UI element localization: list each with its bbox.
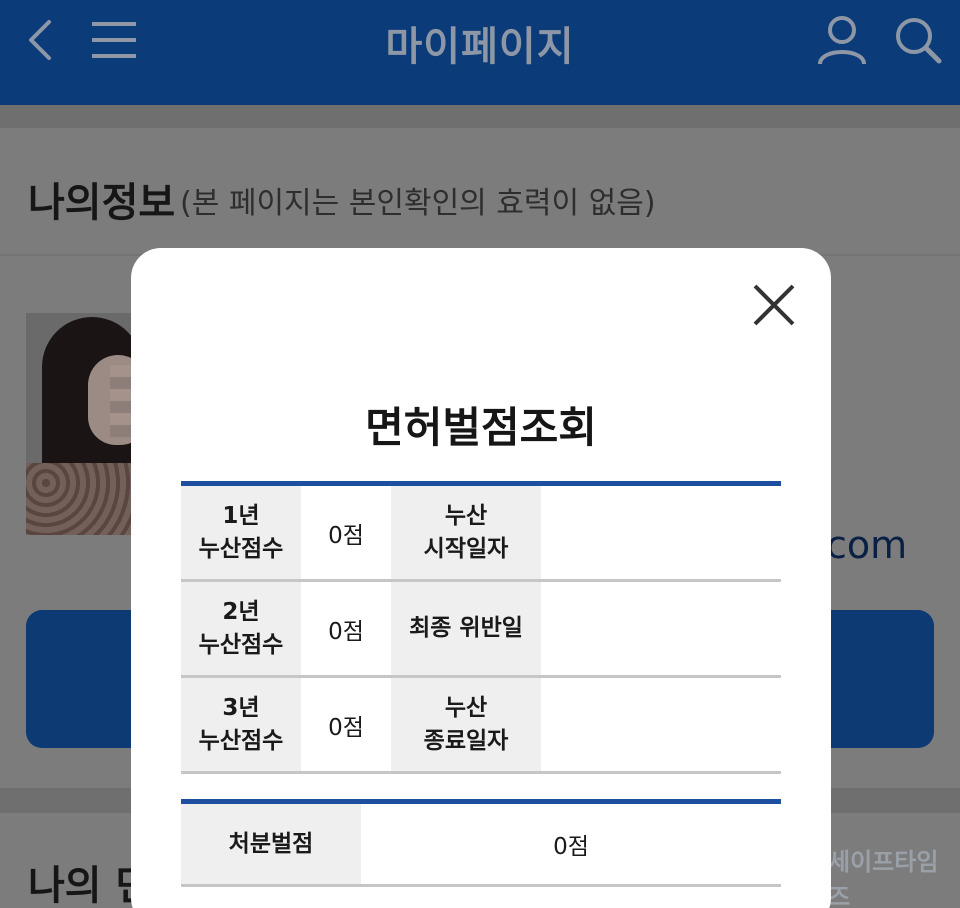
row-value: 0점 bbox=[328, 522, 364, 549]
cumulative-points-table: 1년 누산점수 0점 누산 시작일자 2년 누산점수 0점 최종 위반일 3년 누산점수… bbox=[181, 481, 781, 776]
table-row: 1년 누산점수 0점 누산 시작일자 bbox=[181, 486, 781, 582]
row-value: 0점 bbox=[328, 714, 364, 741]
profile-photo bbox=[26, 313, 136, 535]
top-header: 마이페이지 bbox=[0, 0, 960, 105]
row-label-2: 최종 위반일 bbox=[391, 582, 541, 675]
row-label: 2년 누산점수 bbox=[181, 582, 301, 675]
row-label-2: 누산 종료일자 bbox=[391, 678, 541, 771]
penalty-points-modal: 면허벌점조회 1년 누산점수 0점 누산 시작일자 2년 누산점수 0점 최종 위반일 bbox=[131, 248, 831, 908]
table-row: 2년 누산점수 0점 최종 위반일 bbox=[181, 582, 781, 678]
penalty-value: 0점 bbox=[553, 834, 589, 860]
row-label: 3년 누산점수 bbox=[181, 678, 301, 771]
my-info-title: 나의정보 bbox=[28, 180, 176, 226]
search-icon[interactable] bbox=[890, 14, 946, 66]
email-text: com bbox=[826, 523, 908, 567]
row-value-2 bbox=[541, 678, 781, 771]
modal-title: 면허벌점조회 bbox=[365, 403, 597, 452]
row-label: 1년 누산점수 bbox=[181, 486, 301, 579]
table-row: 처분벌점 0점 bbox=[181, 804, 781, 887]
my-info-header: 나의정보 (본 페이지는 본인확인의 효력이 없음) bbox=[0, 128, 960, 256]
penalty-label: 처분벌점 bbox=[181, 804, 361, 884]
row-value-2 bbox=[541, 582, 781, 675]
my-info-note: (본 페이지는 본인확인의 효력이 없음) bbox=[180, 186, 656, 221]
watermark-logo: 세이프타임즈 bbox=[828, 848, 939, 908]
close-icon[interactable] bbox=[751, 282, 797, 328]
table-row: 3년 누산점수 0점 누산 종료일자 bbox=[181, 678, 781, 774]
row-label-2: 누산 시작일자 bbox=[391, 486, 541, 579]
user-icon[interactable] bbox=[814, 14, 870, 66]
row-value-2 bbox=[541, 486, 781, 579]
row-value: 0점 bbox=[328, 618, 364, 645]
penalty-points-table: 처분벌점 0점 bbox=[181, 799, 781, 889]
